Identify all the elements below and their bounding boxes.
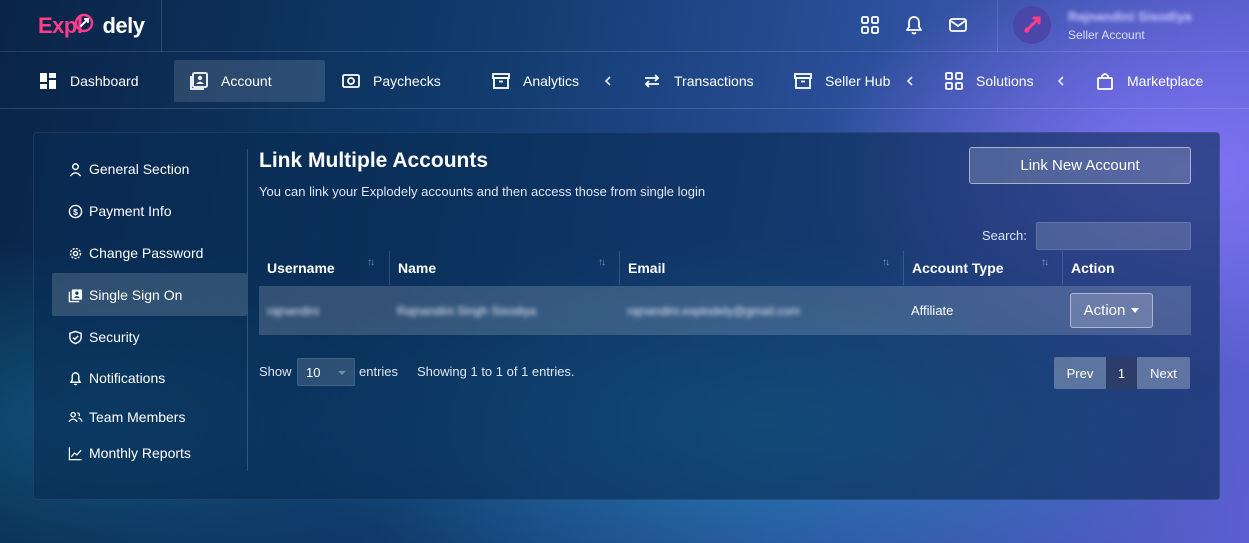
column-header-action: Action [1062, 251, 1191, 285]
nav-item-solutions[interactable]: Solutions [944, 60, 1034, 102]
rocket-icon [1024, 16, 1041, 33]
grid-icon [945, 72, 963, 90]
cell-account-type: Affiliate [911, 303, 954, 318]
cell-username: rajnandini [267, 303, 320, 318]
account-icon [190, 72, 208, 90]
shield-icon [69, 330, 82, 344]
chevron-down-icon [338, 371, 346, 375]
chevron-left-icon[interactable] [905, 75, 915, 87]
cell-email: rajnandini.explodely@gmail.com [627, 303, 800, 318]
nav-item-seller-hub[interactable]: Seller Hub [793, 60, 890, 102]
user-icon [69, 162, 82, 177]
rocket-icon [74, 13, 94, 33]
next-page-button[interactable]: Next [1137, 357, 1190, 389]
chart-icon [68, 446, 82, 460]
dollar-icon: $ [68, 204, 83, 218]
transfer-icon [644, 74, 660, 88]
pagination: Prev 1 Next [1054, 357, 1190, 389]
bell-icon[interactable] [903, 14, 925, 36]
archive-icon [794, 73, 812, 89]
show-label: Show [259, 364, 292, 379]
prev-page-button[interactable]: Prev [1054, 357, 1106, 389]
sidebar-item-payment-info[interactable]: $ Payment Info [68, 200, 172, 222]
column-header-name[interactable]: Name ↑↓ [389, 251, 619, 285]
team-icon [68, 411, 83, 422]
sidebar-item-monthly-reports[interactable]: Monthly Reports [68, 442, 191, 464]
dashboard-icon [40, 73, 56, 89]
apps-grid-icon[interactable] [859, 14, 881, 36]
settings-sidebar: General Section $ Payment Info Change Pa… [34, 133, 248, 501]
showing-info: Showing 1 to 1 of 1 entries. [417, 364, 575, 379]
settings-card: General Section $ Payment Info Change Pa… [33, 132, 1220, 500]
mail-icon[interactable] [947, 14, 969, 36]
sidebar-item-change-password[interactable]: Change Password [68, 242, 203, 264]
nav-item-analytics[interactable]: Analytics [491, 60, 579, 102]
caret-down-icon [1131, 308, 1140, 313]
cell-name: Rajnandini Singh Sisodiya [397, 303, 537, 318]
sort-icon[interactable]: ↑↓ [1041, 257, 1049, 268]
user-name: Rajnandini Sisodiya [1068, 9, 1192, 24]
sort-icon[interactable]: ↑↓ [882, 257, 890, 268]
logo-area: Expl dely [0, 0, 162, 52]
user-role: Seller Account [1068, 28, 1145, 42]
column-header-email[interactable]: Email ↑↓ [619, 251, 903, 285]
nav-item-transactions[interactable]: Transactions [642, 60, 754, 102]
action-dropdown-button[interactable]: Action [1070, 293, 1153, 328]
sidebar-item-security[interactable]: Security [68, 326, 140, 348]
page-title: Link Multiple Accounts [259, 149, 489, 172]
search-label: Search: [982, 228, 1027, 243]
sidebar-item-general-section[interactable]: General Section [68, 158, 189, 180]
nav-item-paychecks[interactable]: Paychecks [341, 60, 441, 102]
main-nav: Dashboard Account Paychecks Analytics Tr… [0, 53, 1249, 109]
search-input[interactable] [1036, 222, 1191, 250]
nav-item-marketplace[interactable]: Marketplace [1095, 60, 1203, 102]
sort-icon[interactable]: ↑↓ [598, 257, 606, 268]
archive-icon [492, 73, 510, 89]
entries-label: entries [359, 364, 399, 379]
top-bar: Expl dely Rajnandini Sisodiya Seller Acco… [0, 0, 1249, 52]
user-menu[interactable]: Rajnandini Sisodiya Seller Account [997, 0, 1249, 52]
column-header-username[interactable]: Username ↑↓ [259, 251, 389, 285]
sidebar-item-notifications[interactable]: Notifications [68, 367, 165, 389]
account-icon [68, 288, 83, 302]
column-header-account-type[interactable]: Account Type ↑↓ [903, 251, 1062, 285]
page-number-button[interactable]: 1 [1106, 357, 1137, 389]
table-row: rajnandini Rajnandini Singh Sisodiya raj… [259, 286, 1191, 335]
gear-icon [69, 247, 82, 259]
page-subtitle: You can link your Explodely accounts and… [259, 184, 706, 199]
chevron-left-icon[interactable] [603, 75, 613, 87]
table-header: Username ↑↓ Name ↑↓ Email ↑↓ Account Typ… [259, 251, 1191, 285]
sidebar-item-single-sign-on[interactable]: Single Sign On [68, 284, 182, 306]
bell-icon [69, 371, 82, 385]
avatar[interactable] [1013, 6, 1051, 44]
link-new-account-button[interactable]: Link New Account [969, 147, 1191, 184]
page-size-select[interactable]: 10 [297, 358, 355, 386]
sort-icon[interactable]: ↑↓ [367, 257, 375, 268]
paycheck-icon [342, 74, 360, 88]
nav-item-account[interactable]: Account [174, 60, 325, 102]
sidebar-divider [247, 149, 248, 471]
chevron-left-icon[interactable] [1056, 75, 1066, 87]
sidebar-item-team-members[interactable]: Team Members [68, 406, 185, 428]
svg-text:$: $ [73, 206, 78, 216]
nav-item-dashboard[interactable]: Dashboard [38, 60, 139, 102]
bag-icon [1097, 73, 1113, 90]
